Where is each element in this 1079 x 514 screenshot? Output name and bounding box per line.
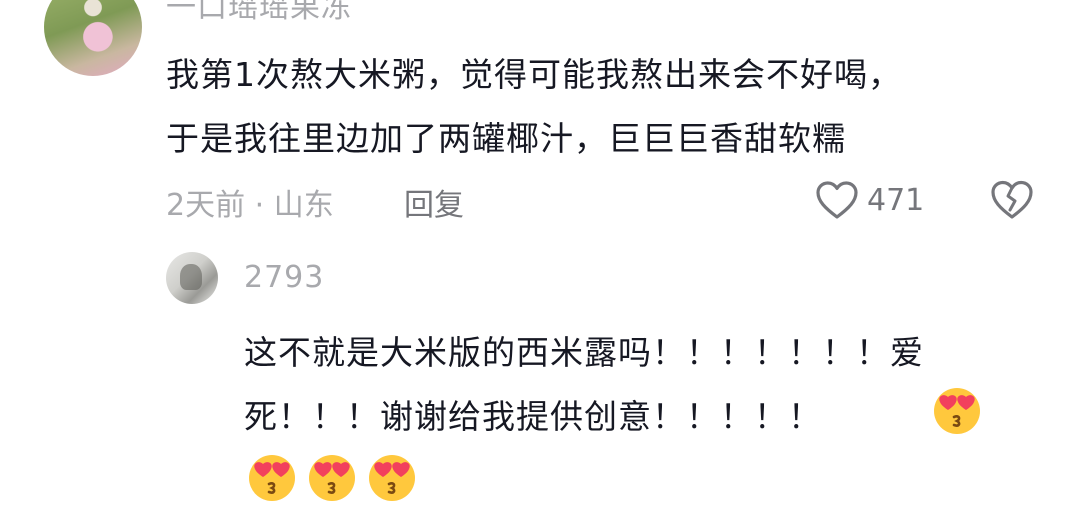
heart-eyes-kiss-emoji-icon	[249, 455, 295, 501]
like-count: 471	[867, 182, 925, 218]
heart-eyes-kiss-emoji-icon	[309, 455, 355, 501]
commenter-username[interactable]: 一口瑶瑶果冻	[166, 0, 352, 26]
comment-text-line: 我第1次熬大米粥，觉得可能我熬出来会不好喝，	[166, 55, 902, 94]
heart-outline-icon	[816, 181, 858, 219]
reply-button[interactable]: 回复	[404, 180, 464, 224]
replier-username[interactable]: 2793	[244, 260, 324, 295]
comment-time-location: 2天前 · 山东	[166, 188, 334, 223]
like-button[interactable]: 471	[815, 178, 924, 222]
heart-eyes-kiss-emoji-icon	[934, 388, 980, 434]
comment-text-line: 于是我往里边加了两罐椰汁，巨巨巨香甜软糯	[166, 119, 846, 158]
emoji-row	[246, 451, 418, 503]
commenter-avatar[interactable]	[44, 0, 142, 76]
reply-text-line: 这不就是大米版的西米露吗！！！！！！！爱	[244, 333, 924, 372]
broken-heart-icon[interactable]	[990, 179, 1034, 221]
replier-avatar[interactable]	[166, 252, 218, 304]
reply-text-line: 死！！！谢谢给我提供创意！！！！！	[244, 397, 822, 436]
heart-eyes-kiss-emoji-icon	[369, 455, 415, 501]
